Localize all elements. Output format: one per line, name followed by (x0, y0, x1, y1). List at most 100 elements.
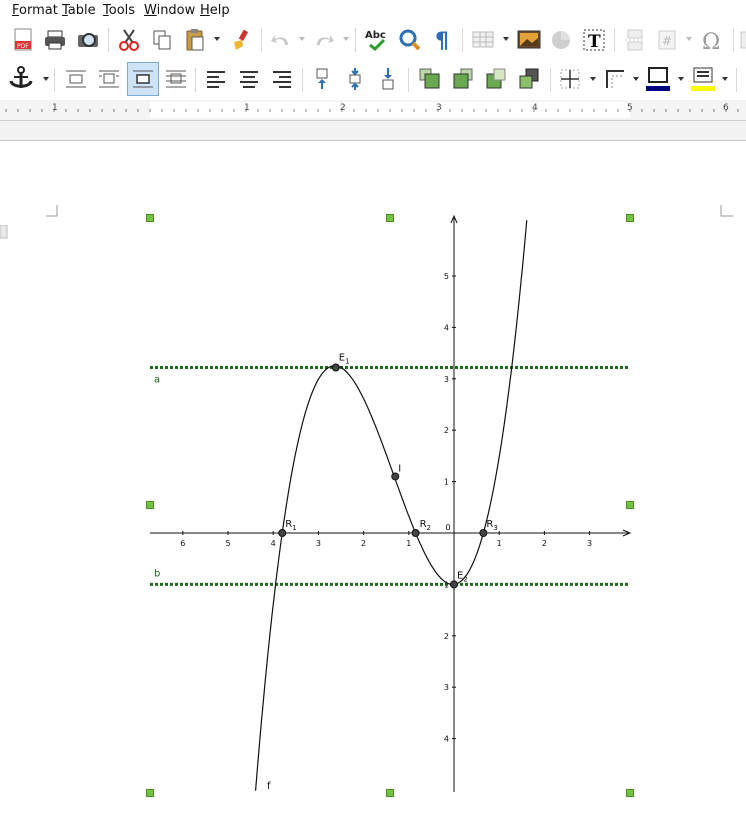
wrap-through-button[interactable] (161, 64, 191, 94)
point-label-e2: E2 (457, 570, 468, 583)
chart-icon (552, 31, 570, 49)
selection-handle-top-center[interactable] (386, 214, 394, 222)
print-preview-button[interactable] (73, 25, 103, 55)
align-bottom-icon (382, 68, 394, 90)
point-e1 (331, 363, 340, 372)
align-center-button[interactable] (234, 64, 264, 94)
formatting-marks-button[interactable]: ¶ (428, 25, 458, 55)
point-label-r1: R1 (285, 519, 296, 532)
undo-dropdown-icon[interactable] (299, 37, 305, 41)
horizontal-ruler[interactable]: 1 1 2 3 4 5 6 (0, 100, 746, 121)
clone-formatting-button[interactable] (226, 25, 256, 55)
border-color-swatch (646, 86, 670, 91)
spelling-button[interactable]: Abc (362, 25, 392, 55)
document-page[interactable]: 6 5 4 3 2 1 1 2 3 0 5 4 3 2 1 1 2 3 4 a b f E1 I R1 R2 R3 E2 (0, 141, 746, 840)
insert-chart-button[interactable] (546, 25, 576, 55)
curve-label-f: f (267, 781, 271, 792)
page-break-icon (625, 29, 645, 51)
wrap-off-button[interactable] (61, 64, 91, 94)
toolbar-separator (462, 28, 463, 52)
insert-special-character-button[interactable]: Ω (697, 25, 727, 55)
x-tick-label: 6 (180, 539, 185, 548)
origin-label: 0 (445, 523, 450, 532)
menu-window[interactable]: Window (144, 3, 195, 18)
border-style-dropdown-icon[interactable] (633, 77, 639, 81)
export-pdf-button[interactable]: PDF (8, 25, 38, 55)
line-b-label: b (154, 568, 160, 579)
anchor-dropdown-icon[interactable] (43, 77, 49, 81)
selection-handle-top-right[interactable] (626, 214, 634, 222)
function-curve-f[interactable] (255, 220, 528, 791)
align-bottom-button[interactable] (373, 64, 403, 94)
find-replace-button[interactable] (395, 25, 425, 55)
table-dropdown-icon[interactable] (503, 37, 509, 41)
selection-handle-middle-right[interactable] (626, 501, 634, 509)
menu-tools[interactable]: Tools (103, 3, 135, 18)
menu-format[interactable]: Format (12, 3, 58, 18)
background-color-dropdown-icon[interactable] (722, 77, 728, 81)
border-color-dropdown-icon[interactable] (678, 77, 684, 81)
point-r2 (411, 529, 420, 537)
align-right-button[interactable] (267, 64, 297, 94)
align-middle-button[interactable] (340, 64, 370, 94)
wrap-optimal-button[interactable] (127, 62, 159, 96)
selection-handle-bottom-right[interactable] (626, 789, 634, 797)
border-color-button[interactable] (643, 64, 673, 94)
bring-to-front-button[interactable] (415, 64, 445, 94)
align-left-icon (207, 71, 225, 88)
copy-icon (153, 30, 171, 50)
y-tick-label: 3 (444, 683, 449, 692)
menu-help-rest: elp (209, 3, 230, 18)
forward-one-button[interactable] (448, 64, 478, 94)
send-to-back-button[interactable] (514, 64, 544, 94)
insert-text-box-button[interactable]: T (579, 25, 609, 55)
ruler-number: 1 (52, 103, 58, 113)
bring-to-front-icon (419, 68, 440, 89)
paintbrush-icon (234, 29, 249, 50)
menu-table[interactable]: Table (62, 3, 96, 18)
selection-handle-bottom-center[interactable] (386, 789, 394, 797)
selection-handle-bottom-left[interactable] (146, 789, 154, 797)
undo-button[interactable] (266, 25, 296, 55)
menu-help[interactable]: Help (200, 3, 230, 18)
align-top-button[interactable] (307, 64, 337, 94)
toolbar-separator (408, 68, 409, 92)
insert-page-break-button[interactable] (620, 25, 650, 55)
paste-dropdown-icon[interactable] (214, 37, 220, 41)
back-one-icon (486, 68, 506, 89)
align-top-icon (316, 68, 328, 89)
align-left-button[interactable] (201, 64, 231, 94)
background-color-button[interactable] (688, 64, 718, 94)
print-button[interactable] (40, 25, 70, 55)
redo-button[interactable] (309, 25, 339, 55)
borders-dropdown-icon[interactable] (590, 77, 596, 81)
cut-button[interactable] (114, 25, 144, 55)
borders-button[interactable] (555, 64, 585, 94)
copy-button[interactable] (147, 25, 177, 55)
field-dropdown-icon[interactable] (686, 37, 692, 41)
insert-image-button[interactable] (514, 25, 544, 55)
y-tick-label: 2 (444, 632, 449, 641)
selection-handle-top-left[interactable] (146, 214, 154, 222)
graph-ticks: 6 5 4 3 2 1 1 2 3 0 5 4 3 2 1 1 2 3 4 (180, 272, 592, 744)
borders-icon (560, 69, 580, 89)
wrap-parallel-icon (99, 70, 119, 88)
ruler-number: 2 (340, 103, 346, 113)
insert-field-button[interactable]: # (652, 25, 682, 55)
send-to-back-icon (519, 68, 539, 89)
selection-handle-middle-left[interactable] (146, 501, 154, 509)
wrap-parallel-button[interactable] (94, 64, 124, 94)
toolbar-separator (550, 68, 551, 92)
ruler-number: 5 (627, 103, 633, 113)
back-one-button[interactable] (481, 64, 511, 94)
redo-dropdown-icon[interactable] (343, 37, 349, 41)
x-tick-label: 1 (406, 539, 411, 548)
insert-hyperlink-button[interactable] (738, 25, 746, 55)
toolbar-separator (355, 28, 356, 52)
insert-table-button[interactable] (468, 25, 498, 55)
x-tick-label: 4 (271, 539, 276, 548)
function-graph[interactable]: 6 5 4 3 2 1 1 2 3 0 5 4 3 2 1 1 2 3 4 a b f E1 I R1 R2 R3 E2 (0, 141, 746, 840)
paste-button[interactable] (180, 25, 210, 55)
anchor-button[interactable] (6, 64, 36, 94)
border-style-button[interactable] (600, 64, 630, 94)
